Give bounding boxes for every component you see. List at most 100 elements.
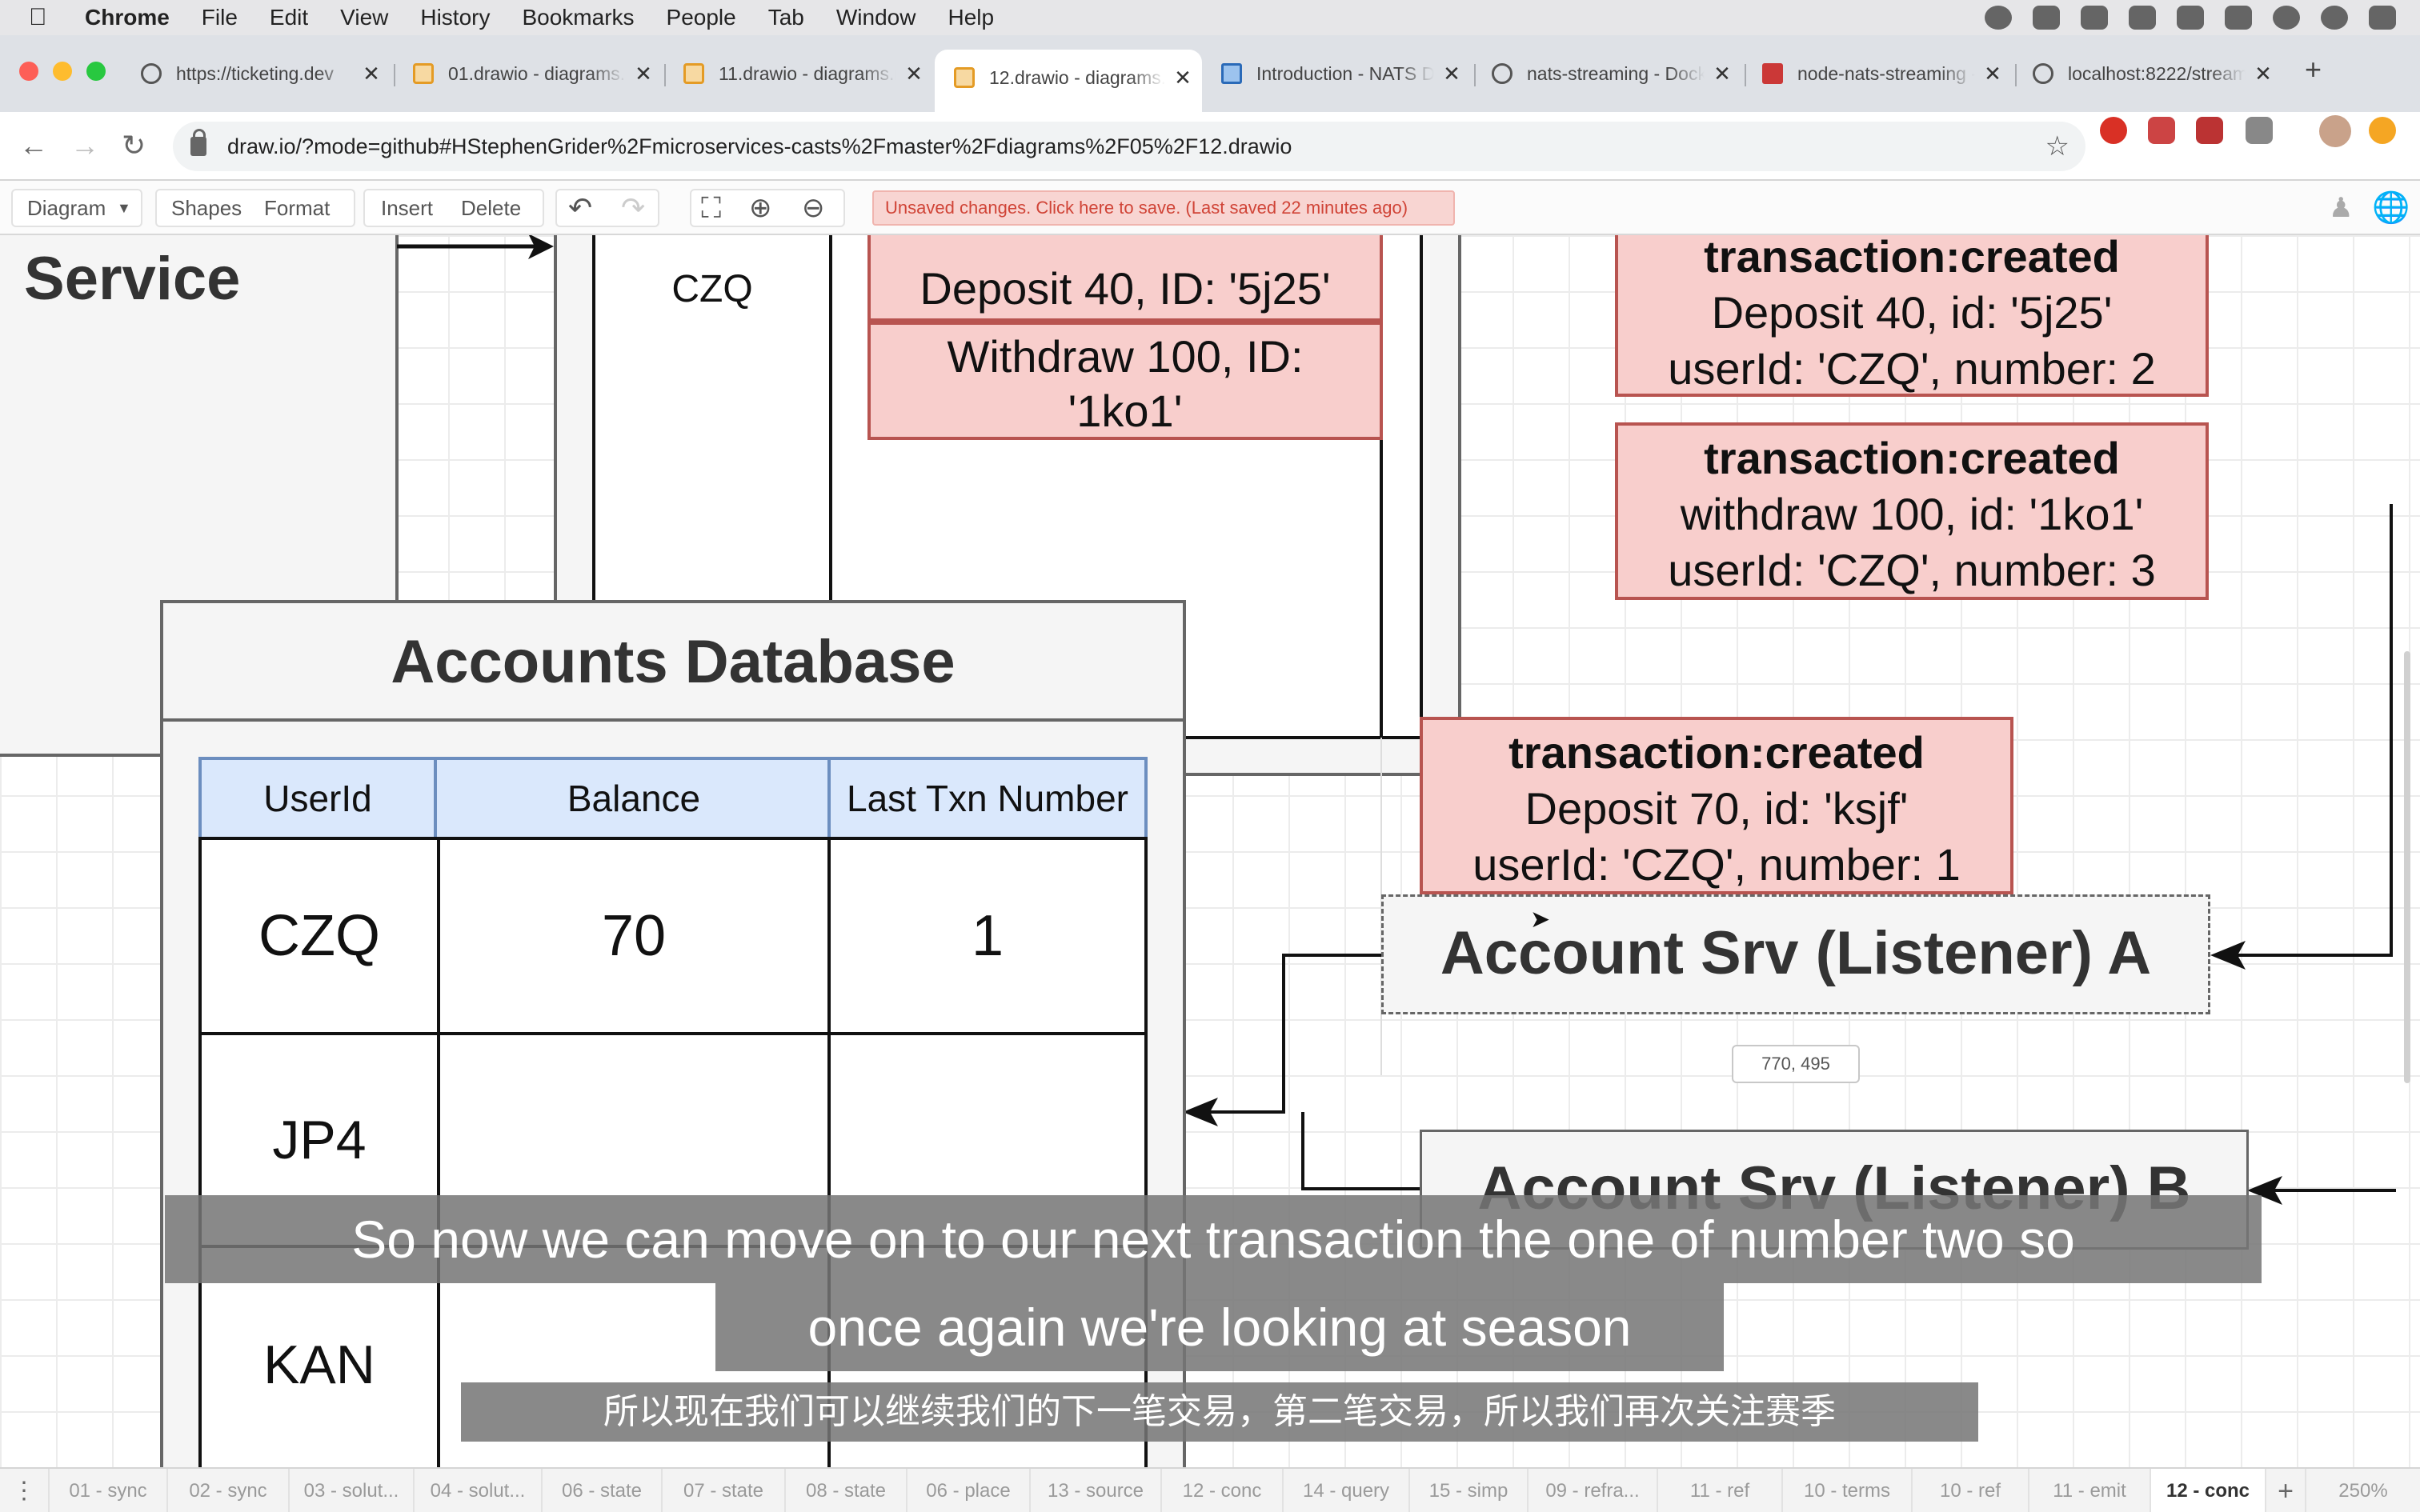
close-tab-icon[interactable]: ✕ (904, 62, 924, 86)
close-tab-icon[interactable]: ✕ (1983, 62, 2002, 86)
page-tab[interactable]: 11 - ref (1658, 1469, 1783, 1512)
diagram-menu[interactable]: Diagram (27, 181, 106, 235)
globe-language-icon[interactable]: 🌐 (2372, 181, 2410, 235)
page-tab[interactable]: 11 - emit (2029, 1469, 2151, 1512)
close-tab-icon[interactable]: ✕ (1713, 62, 1732, 86)
zoom-level[interactable]: 250% (2306, 1469, 2420, 1512)
chevron-down-icon: ▼ (117, 200, 131, 216)
account-srv-listener-a[interactable]: Account Srv (Listener) A (1381, 894, 2210, 1014)
back-arrow-icon[interactable]: ← (19, 130, 48, 162)
opera-extension-icon[interactable] (2100, 117, 2127, 144)
close-tab-icon[interactable]: ✕ (1173, 66, 1192, 90)
page-tab[interactable]: 04 - solut... (415, 1469, 543, 1512)
menu-edit[interactable]: Edit (270, 5, 308, 30)
page-menu-icon[interactable]: ⋮ (0, 1469, 50, 1512)
tab-01-drawio[interactable]: 01.drawio - diagrams.net ✕ (413, 53, 653, 94)
shapes-button[interactable]: Shapes (171, 181, 242, 235)
page-tab[interactable]: 15 - simp (1410, 1469, 1529, 1512)
subtitle-en-line1: So now we can move on to our next transa… (165, 1195, 2262, 1283)
notification-list-icon[interactable] (2369, 6, 2396, 30)
zoom-in-icon[interactable]: ⊕ (749, 181, 772, 235)
extension-icon[interactable] (2196, 117, 2223, 144)
page-tab[interactable]: 01 - sync (50, 1469, 168, 1512)
cloud-icon[interactable] (2033, 6, 2060, 30)
menu-people[interactable]: People (667, 5, 736, 30)
profile-avatar[interactable] (2319, 115, 2351, 147)
forward-arrow-icon[interactable]: → (70, 130, 99, 162)
page-tab[interactable]: 14 - query (1284, 1469, 1410, 1512)
page-tab[interactable]: 12 - conc (1162, 1469, 1284, 1512)
minimize-window-icon[interactable] (53, 62, 72, 81)
url-field[interactable]: draw.io/?mode=github#HStephenGrider%2Fmi… (173, 122, 2085, 171)
search-icon[interactable] (2273, 6, 2300, 30)
glasses-icon[interactable] (2129, 6, 2156, 30)
new-tab-button[interactable]: + (2305, 53, 2322, 86)
drawio-toolbar: Diagram ▼ Shapes Format Insert Delete ↶ … (0, 181, 2420, 235)
page-tab[interactable]: 13 - source (1031, 1469, 1162, 1512)
menu-help[interactable]: Help (948, 5, 994, 30)
menu-file[interactable]: File (202, 5, 238, 30)
browser-tab-strip: https://ticketing.dev ✕ 01.drawio - diag… (0, 35, 2420, 112)
battery-icon[interactable] (2225, 6, 2252, 30)
page-tab[interactable]: 06 - state (543, 1469, 663, 1512)
extension-icon[interactable] (2246, 117, 2273, 144)
close-tab-icon[interactable]: ✕ (1442, 62, 1461, 86)
user-icon[interactable]: ♟ (2329, 181, 2353, 235)
close-window-icon[interactable] (19, 62, 38, 81)
queue-item-text: Deposit 40, ID: '5j25' (920, 263, 1331, 314)
tab-title: https://ticketing.dev (176, 62, 334, 84)
wifi-icon[interactable] (2177, 6, 2204, 30)
tab-title: nats-streaming - Docker Hub (1527, 62, 1705, 84)
format-button[interactable]: Format (264, 181, 330, 235)
page-tab[interactable]: 07 - state (663, 1469, 786, 1512)
menu-bookmarks[interactable]: Bookmarks (522, 5, 634, 30)
menu-history[interactable]: History (420, 5, 490, 30)
zoom-out-icon[interactable]: ⊖ (802, 181, 825, 235)
event-line: userId: 'CZQ', number: 2 (1668, 343, 2156, 394)
menu-chrome[interactable]: Chrome (85, 5, 170, 30)
siri-icon[interactable] (2321, 6, 2348, 30)
delete-button[interactable]: Delete (461, 181, 521, 235)
page-tab[interactable]: 06 - place (908, 1469, 1031, 1512)
close-tab-icon[interactable]: ✕ (362, 62, 381, 86)
tab-nats-streaming-docker[interactable]: nats-streaming - Docker Hub ✕ (1492, 53, 1732, 94)
page-tab[interactable]: 10 - ref (1913, 1469, 2029, 1512)
accounts-database-title: Accounts Database (163, 603, 1183, 722)
add-page-icon[interactable]: + (2266, 1469, 2306, 1512)
page-tab-active[interactable]: 12 - conc (2151, 1469, 2266, 1512)
page-tab[interactable]: 02 - sync (168, 1469, 290, 1512)
redo-icon[interactable]: ↷ (621, 181, 645, 235)
close-tab-icon[interactable]: ✕ (634, 62, 653, 86)
page-tab[interactable]: 10 - terms (1783, 1469, 1913, 1512)
unsaved-changes-banner[interactable]: Unsaved changes. Click here to save. (La… (872, 190, 1455, 226)
tab-ticketing[interactable]: https://ticketing.dev ✕ (141, 53, 381, 94)
status-app-icon[interactable] (1985, 6, 2012, 30)
menu-tab[interactable]: Tab (768, 5, 804, 30)
page-tab[interactable]: 09 - refra... (1529, 1469, 1658, 1512)
fullscreen-icon[interactable]: ⛶ (701, 181, 721, 235)
apple-icon[interactable]:  (29, 5, 51, 30)
close-tab-icon[interactable]: ✕ (2254, 62, 2273, 86)
queue-item-deposit-40: Deposit 40, ID: '5j25' (867, 235, 1383, 322)
insert-button[interactable]: Insert (381, 181, 433, 235)
bookmark-star-icon[interactable]: ☆ (2045, 130, 2069, 162)
extension-icon[interactable] (2148, 117, 2175, 144)
menu-window[interactable]: Window (836, 5, 916, 30)
reload-icon[interactable]: ↻ (122, 130, 146, 162)
update-icon[interactable] (2369, 117, 2396, 144)
vertical-scrollbar[interactable] (2404, 651, 2410, 1083)
event-transaction-created-2: transaction:created Deposit 40, id: '5j2… (1615, 235, 2209, 397)
tab-node-nats-streaming[interactable]: node-nats-streaming - npm ✕ (1762, 53, 2002, 94)
queue-item-withdraw-100: Withdraw 100, ID: '1ko1' (867, 322, 1383, 440)
page-tab[interactable]: 03 - solut... (290, 1469, 415, 1512)
page-tab[interactable]: 08 - state (786, 1469, 908, 1512)
menu-view[interactable]: View (340, 5, 388, 30)
tab-localhost-streaming[interactable]: localhost:8222/streaming ✕ (2033, 53, 2273, 94)
undo-icon[interactable]: ↶ (568, 181, 592, 235)
tab-12-drawio-active[interactable]: 12.drawio - diagrams.net ✕ (935, 50, 1202, 112)
docker-icon[interactable] (2081, 6, 2108, 30)
maximize-window-icon[interactable] (86, 62, 106, 81)
coordinate-tooltip: 770, 495 (1732, 1045, 1860, 1083)
tab-nats-intro[interactable]: Introduction - NATS Docs ✕ (1221, 53, 1461, 94)
tab-11-drawio[interactable]: 11.drawio - diagrams.net ✕ (683, 53, 924, 94)
